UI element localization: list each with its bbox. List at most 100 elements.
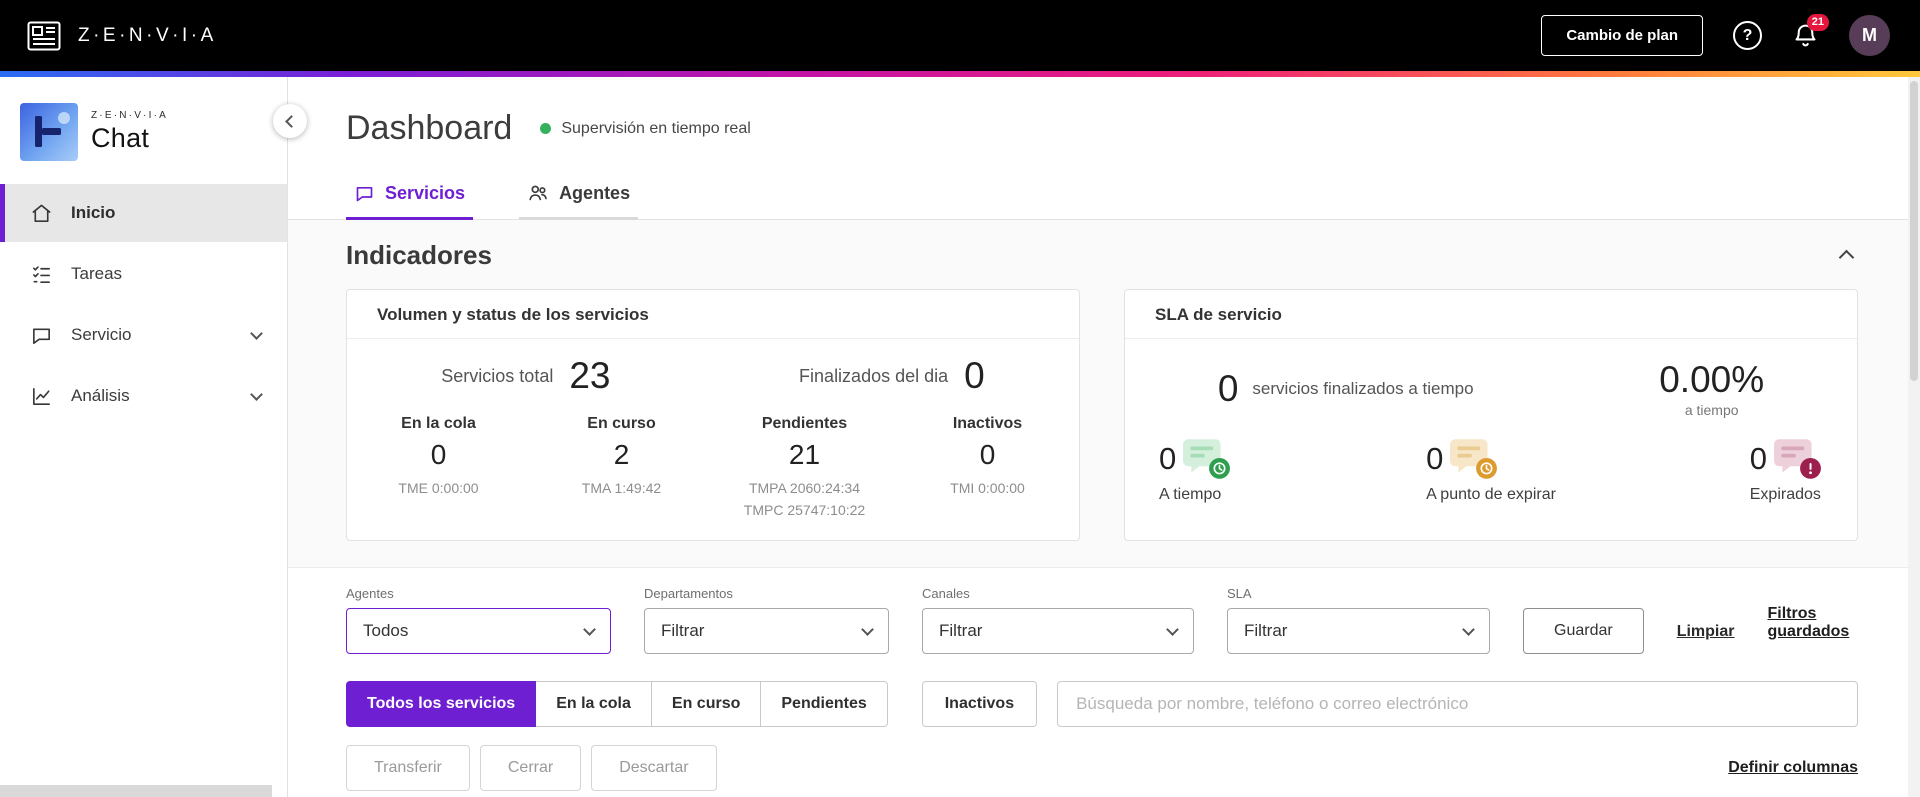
tab-label: Servicios: [385, 182, 466, 203]
agents-filter: Agentes Todos: [346, 586, 611, 654]
sidebar-menu: Inicio Tareas Servicio Análisis: [0, 184, 287, 425]
help-icon[interactable]: ?: [1733, 21, 1762, 50]
sidebar-item-tareas[interactable]: Tareas: [0, 245, 287, 303]
sidebar-item-label: Tareas: [71, 264, 123, 283]
agents-filter-select[interactable]: Todos: [346, 608, 611, 654]
chevron-down-icon: [250, 387, 263, 401]
tab-pendientes[interactable]: Pendientes: [761, 681, 888, 727]
tab-en-curso[interactable]: En curso: [651, 681, 762, 727]
sidebar-collapse-button[interactable]: [273, 104, 307, 138]
sla-finished-on-time: 0 servicios finalizados a tiempo: [1217, 367, 1474, 409]
sla-stat-on-time: 0 A tiempo: [1159, 438, 1232, 504]
services-total-value: 23: [569, 355, 611, 396]
sidebar-item-servicio[interactable]: Servicio: [0, 306, 287, 364]
notification-badge: 21: [1806, 14, 1829, 32]
tab-todos-los-servicios[interactable]: Todos los servicios: [346, 681, 537, 727]
page-title: Dashboard: [346, 109, 513, 147]
sla-stat-expired: 0 Expirados: [1750, 438, 1823, 504]
zenvia-logo-icon: [27, 21, 61, 50]
sidebar-item-inicio[interactable]: Inicio: [0, 184, 287, 242]
save-filters-button[interactable]: Guardar: [1523, 608, 1644, 654]
chevron-up-icon: [1838, 249, 1855, 265]
tab-en-la-cola[interactable]: En la cola: [536, 681, 652, 727]
tab-agentes[interactable]: Agentes: [519, 172, 639, 220]
sidebar-bottom-strip: [0, 785, 272, 797]
main-content: Dashboard Supervisión en tiempo real Ser…: [288, 77, 1920, 797]
realtime-status: Supervisión en tiempo real: [540, 119, 751, 138]
on-time-chat-clock-icon: [1183, 439, 1231, 479]
top-bar-controls: Cambio de plan ? 21 M: [1541, 14, 1890, 56]
departments-filter: Departamentos Filtrar: [644, 586, 889, 654]
zenvia-chat-logo-icon: [20, 103, 78, 161]
stat-inactivos: Inactivos 0 TMI 0:00:00: [950, 415, 1025, 496]
channels-filter-select[interactable]: Filtrar: [922, 608, 1194, 654]
scrollbar-thumb[interactable]: [1910, 81, 1918, 381]
transfer-button[interactable]: Transferir: [346, 745, 470, 791]
sla-filter-select[interactable]: Filtrar: [1227, 608, 1490, 654]
dashboard-tabs: Servicios Agentes: [288, 172, 1920, 220]
sla-card-title: SLA de servicio: [1125, 290, 1857, 339]
notifications-button[interactable]: 21: [1792, 14, 1829, 49]
indicators-section: Indicadores Volumen y status de los serv…: [288, 220, 1920, 568]
service-status-tabs: Todos los servicios En la cola En curso …: [346, 681, 888, 727]
indicators-title: Indicadores: [346, 240, 492, 270]
sla-stat-about-to-expire: 0 A punto de expirar: [1426, 438, 1556, 504]
change-plan-button[interactable]: Cambio de plan: [1541, 15, 1703, 56]
finished-today-value: 0: [964, 355, 985, 396]
tab-inactivos[interactable]: Inactivos: [921, 681, 1038, 727]
status-dot-icon: [540, 123, 552, 134]
vertical-scrollbar[interactable]: [1908, 77, 1920, 797]
stat-en-curso: En curso 2 TMA 1:49:42: [581, 415, 662, 496]
search-input[interactable]: [1057, 681, 1858, 727]
chevron-down-icon: [1462, 622, 1475, 636]
tab-servicios[interactable]: Servicios: [346, 172, 474, 220]
chevron-down-icon: [250, 326, 263, 340]
tab-label: Agentes: [559, 182, 631, 203]
people-icon: [529, 185, 547, 201]
filters-row: Agentes Todos Departamentos Filtrar Cana…: [288, 568, 1920, 654]
logo-brand-text: Z·E·N·V·I·A: [91, 110, 168, 121]
saved-filters-link[interactable]: Filtros guardados: [1768, 605, 1859, 641]
stat-pendientes: Pendientes 21 TMPA 2060:24:34 TMPC 25747…: [743, 415, 866, 518]
zenvia-chat-logo: Z·E·N·V·I·A Chat: [0, 77, 287, 161]
bulk-actions-row: Transferir Cerrar Descartar Definir colu…: [288, 727, 1920, 791]
sla-card: SLA de servicio 0 servicios finalizados …: [1124, 289, 1858, 541]
sidebar-item-label: Inicio: [71, 203, 116, 222]
sla-filter: SLA Filtrar: [1227, 586, 1490, 654]
channels-filter: Canales Filtrar: [922, 586, 1194, 654]
chevron-down-icon: [1166, 622, 1179, 636]
sla-percent: 0.00% a tiempo: [1659, 359, 1765, 418]
sidebar-item-label: Análisis: [71, 386, 130, 405]
collapse-indicators-button[interactable]: [1835, 242, 1858, 270]
home-icon: [32, 204, 51, 222]
app-window: Z·E·N·V·I·A Cambio de plan ? 21 M Z·E·N·…: [0, 0, 1920, 797]
clear-filters-link[interactable]: Limpiar: [1677, 623, 1735, 641]
volume-card: Volumen y status de los servicios Servic…: [346, 289, 1080, 541]
define-columns-link[interactable]: Definir columnas: [1728, 759, 1858, 777]
user-avatar[interactable]: M: [1849, 15, 1890, 56]
expired-chat-alert-icon: [1774, 439, 1821, 479]
sidebar-item-analisis[interactable]: Análisis: [0, 367, 287, 425]
chart-icon: [33, 387, 50, 405]
tasks-icon: [33, 265, 50, 283]
brand-name: Z·E·N·V·I·A: [78, 24, 217, 46]
help-glyph: ?: [1742, 26, 1753, 44]
departments-filter-select[interactable]: Filtrar: [644, 608, 889, 654]
sidebar-item-label: Servicio: [71, 325, 132, 344]
services-total: Servicios total 23: [441, 355, 611, 396]
stat-en-la-cola: En la cola 0 TME 0:00:00: [398, 415, 479, 496]
chevron-left-icon: [285, 114, 298, 128]
chat-bubble-icon: [356, 186, 373, 201]
realtime-status-label: Supervisión en tiempo real: [561, 119, 751, 137]
zenvia-brand: Z·E·N·V·I·A: [26, 21, 217, 51]
logo-product-text: Chat: [91, 123, 150, 153]
volume-card-title: Volumen y status de los servicios: [347, 290, 1079, 339]
sidebar: Z·E·N·V·I·A Chat Inicio Tareas Servicio …: [0, 77, 307, 797]
expiring-chat-alarm-icon: [1450, 439, 1498, 479]
chevron-down-icon: [583, 622, 596, 636]
chevron-down-icon: [861, 622, 874, 636]
close-service-button[interactable]: Cerrar: [479, 745, 582, 791]
discard-button[interactable]: Descartar: [591, 745, 717, 791]
top-bar: Z·E·N·V·I·A Cambio de plan ? 21 M: [0, 0, 1920, 71]
chat-icon: [33, 327, 50, 344]
